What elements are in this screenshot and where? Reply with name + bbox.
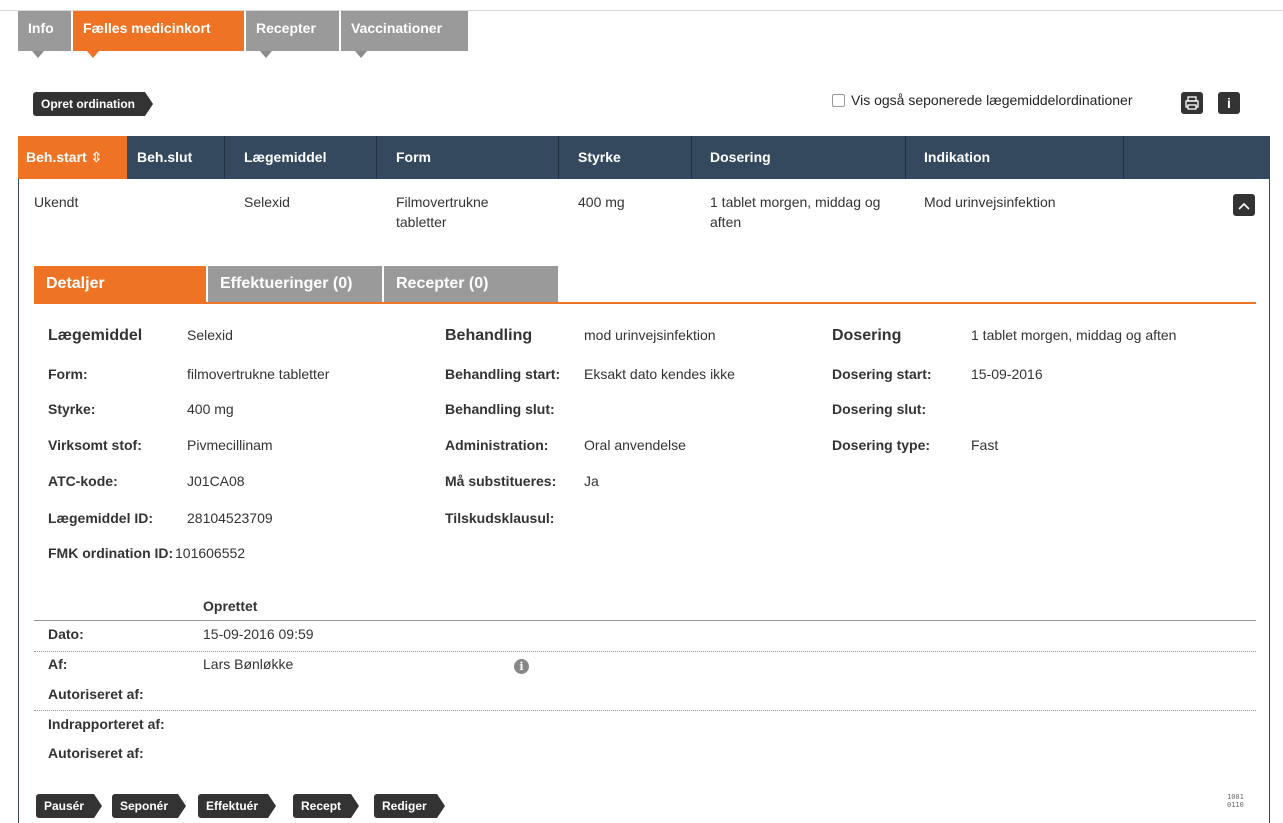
effektuer-button[interactable]: Effektuér bbox=[198, 794, 277, 818]
row-styrke: 400 mg bbox=[578, 194, 625, 210]
dato-value: 15-09-2016 09:59 bbox=[203, 626, 314, 642]
af-value: Lars Bønløkke bbox=[203, 656, 294, 672]
tab-vaccinationer[interactable]: Vaccinationer bbox=[341, 11, 468, 58]
create-ordination-button[interactable]: Opret ordination bbox=[33, 92, 153, 116]
table-header: Beh.start ⇳ Beh.slut Lægemiddel Form Sty… bbox=[18, 136, 1270, 179]
virksomt-stof-value: Pivmecillinam bbox=[187, 437, 273, 453]
form-label: Form: bbox=[48, 366, 88, 382]
laegemiddel-label: Lægemiddel bbox=[48, 327, 143, 344]
audit-divider bbox=[34, 620, 1256, 621]
atc-kode-value: J01CA08 bbox=[187, 473, 245, 489]
col-separator bbox=[224, 136, 225, 179]
laegemiddel-value: Selexid bbox=[187, 327, 233, 343]
tab-vaccinationer-label: Vaccinationer bbox=[351, 20, 443, 36]
show-discontinued-toggle[interactable]: Vis også seponerede lægemiddelordination… bbox=[832, 92, 1132, 108]
tab-notch-icon bbox=[355, 51, 367, 58]
dosering-type-value: Fast bbox=[971, 437, 999, 453]
behandling-value: mod urinvejsinfektion bbox=[584, 327, 716, 343]
binary-badge-line2: 0110 bbox=[1227, 801, 1244, 809]
recept-button[interactable]: Recept bbox=[293, 794, 360, 818]
dosering-label: Dosering bbox=[832, 327, 902, 344]
subtab-underline bbox=[34, 302, 1256, 304]
col-dosering[interactable]: Dosering bbox=[710, 136, 771, 179]
tab-detaljer[interactable]: Detaljer bbox=[34, 266, 206, 302]
tab-effektueringer[interactable]: Effektueringer (0) bbox=[206, 266, 382, 302]
row-laegemiddel: Selexid bbox=[244, 194, 290, 210]
col-separator bbox=[691, 136, 692, 179]
styrke-label: Styrke: bbox=[48, 401, 96, 417]
col-separator bbox=[905, 136, 906, 179]
printer-icon[interactable] bbox=[1181, 92, 1203, 114]
collapse-row-button[interactable] bbox=[1233, 194, 1255, 216]
tab-notch-icon bbox=[32, 51, 44, 58]
pause-button[interactable]: Pausér bbox=[36, 794, 103, 818]
administration-label: Administration: bbox=[445, 437, 549, 453]
autoriseret-af-label-2: Autoriseret af: bbox=[48, 745, 144, 761]
col-beh-start[interactable]: Beh.start ⇳ bbox=[18, 136, 127, 179]
autoriseret-af-label: Autoriseret af: bbox=[48, 686, 144, 702]
af-label: Af: bbox=[48, 656, 68, 672]
sort-icon: ⇳ bbox=[90, 149, 103, 165]
tab-info[interactable]: Info bbox=[18, 11, 71, 58]
tab-recepter-detail[interactable]: Recepter (0) bbox=[382, 266, 558, 302]
dato-label: Dato: bbox=[48, 626, 84, 642]
dosering-start-value: 15-09-2016 bbox=[971, 366, 1043, 382]
row-beh-start: Ukendt bbox=[34, 194, 79, 210]
col-form[interactable]: Form bbox=[396, 136, 431, 179]
col-beh-start-label: Beh.start bbox=[26, 149, 87, 165]
col-separator bbox=[376, 136, 377, 179]
audit-dotted-divider bbox=[34, 651, 1256, 652]
detail-tab-bar: Detaljer Effektueringer (0) Recepter (0) bbox=[34, 266, 558, 302]
tab-faelles-medicinkort-label: Fælles medicinkort bbox=[83, 20, 211, 36]
form-value: filmovertrukne tabletter bbox=[187, 366, 330, 382]
col-beh-slut[interactable]: Beh.slut bbox=[137, 136, 192, 179]
substitueres-label: Må substitueres: bbox=[445, 473, 557, 489]
behandling-slut-label: Behandling slut: bbox=[445, 401, 555, 417]
col-laegemiddel[interactable]: Lægemiddel bbox=[244, 136, 326, 179]
col-separator bbox=[558, 136, 559, 179]
info-circle-icon[interactable]: i bbox=[514, 659, 529, 674]
col-separator bbox=[1123, 136, 1124, 179]
col-styrke[interactable]: Styrke bbox=[578, 136, 621, 179]
top-tab-bar: Info Fælles medicinkort Recepter Vaccina… bbox=[18, 11, 470, 58]
administration-value: Oral anvendelse bbox=[584, 437, 686, 453]
dosering-start-label: Dosering start: bbox=[832, 366, 932, 382]
tab-info-label: Info bbox=[28, 20, 54, 36]
col-indikation[interactable]: Indikation bbox=[924, 136, 990, 179]
behandling-start-label: Behandling start: bbox=[445, 366, 561, 382]
atc-kode-label: ATC-kode: bbox=[48, 473, 118, 489]
binary-badge-line1: 1001 bbox=[1227, 793, 1244, 801]
tab-recepter[interactable]: Recepter bbox=[246, 11, 339, 58]
tab-notch-icon bbox=[260, 51, 272, 58]
indrapporteret-af-label: Indrapporteret af: bbox=[48, 716, 165, 732]
fmk-ordination-id-label: FMK ordination ID: bbox=[48, 545, 174, 561]
virksomt-stof-label: Virksomt stof: bbox=[48, 437, 142, 453]
binary-badge-icon: 1001 0110 bbox=[1227, 793, 1244, 809]
laegemiddel-id-label: Lægemiddel ID: bbox=[48, 510, 154, 526]
fmk-ordination-id-value: 101606552 bbox=[175, 545, 246, 561]
info-icon[interactable]: i bbox=[1218, 92, 1240, 114]
row-indikation: Mod urinvejsinfektion bbox=[924, 194, 1056, 210]
tab-notch-icon bbox=[87, 51, 99, 58]
audit-dotted-divider bbox=[34, 710, 1256, 711]
laegemiddel-id-value: 28104523709 bbox=[187, 510, 273, 526]
substitueres-value: Ja bbox=[584, 473, 599, 489]
behandling-start-value: Eksakt dato kendes ikke bbox=[584, 366, 735, 382]
dosering-type-label: Dosering type: bbox=[832, 437, 931, 453]
styrke-value: 400 mg bbox=[187, 401, 234, 417]
behandling-label: Behandling bbox=[445, 327, 533, 344]
show-discontinued-label: Vis også seponerede lægemiddelordination… bbox=[851, 92, 1133, 108]
row-form: Filmovertrukne tabletter bbox=[396, 194, 489, 230]
row-dosering: 1 tablet morgen, middag og aften bbox=[710, 194, 881, 230]
show-discontinued-checkbox[interactable] bbox=[832, 93, 845, 107]
chevron-up-icon bbox=[1238, 202, 1250, 210]
dosering-value: 1 tablet morgen, middag og aften bbox=[971, 327, 1177, 343]
oprettet-heading: Oprettet bbox=[203, 598, 258, 614]
dosering-slut-label: Dosering slut: bbox=[832, 401, 927, 417]
tab-faelles-medicinkort[interactable]: Fælles medicinkort bbox=[73, 11, 244, 58]
tab-recepter-label: Recepter bbox=[256, 20, 316, 36]
tilskudsklausul-label: Tilskudsklausul: bbox=[445, 510, 555, 526]
rediger-button[interactable]: Rediger bbox=[374, 794, 445, 818]
seponer-button[interactable]: Seponér bbox=[112, 794, 187, 818]
